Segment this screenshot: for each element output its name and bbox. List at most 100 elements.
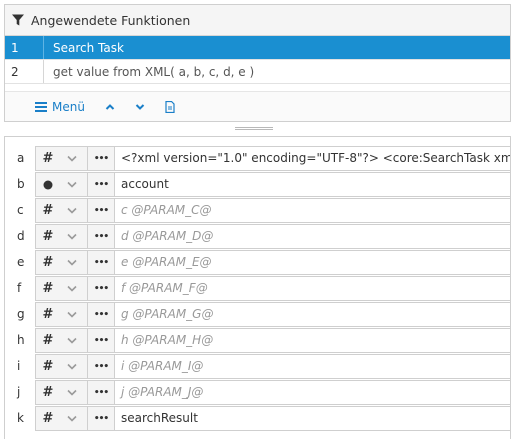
parameter-type-select[interactable]: # xyxy=(35,276,88,301)
hamburger-icon xyxy=(35,101,47,112)
more-options-button[interactable]: ••• xyxy=(88,328,115,353)
function-row-text: get value from XML( a, b, c, d, e ) xyxy=(53,64,255,79)
more-options-button[interactable]: ••• xyxy=(88,250,115,275)
dot-icon xyxy=(36,180,60,190)
chevron-down-icon xyxy=(135,103,145,110)
more-options-button[interactable]: ••• xyxy=(88,146,115,171)
chevron-down-icon xyxy=(60,285,84,292)
functions-toolbar: Menü xyxy=(5,91,510,121)
panel-splitter[interactable] xyxy=(235,127,273,130)
parameter-type-select[interactable]: # xyxy=(35,328,88,353)
document-button[interactable] xyxy=(165,100,175,113)
parameter-value-input[interactable]: f @PARAM_F@ xyxy=(115,276,511,301)
parameter-type-select[interactable]: # xyxy=(35,380,88,405)
chevron-down-icon xyxy=(60,337,84,344)
hash-icon: # xyxy=(42,281,54,296)
parameter-row: e # ••• e @PARAM_E@ xyxy=(5,250,511,275)
chevron-down-icon xyxy=(60,311,84,318)
function-row-number: 2 xyxy=(5,60,44,83)
parameter-row: b ••• account xyxy=(5,172,511,197)
hash-icon: # xyxy=(42,229,54,244)
hash-icon: # xyxy=(42,203,54,218)
parameter-value-input[interactable]: c @PARAM_C@ xyxy=(115,198,511,223)
parameter-type-select[interactable]: # xyxy=(35,354,88,379)
chevron-down-icon xyxy=(60,389,84,396)
parameter-value-input[interactable]: i @PARAM_I@ xyxy=(115,354,511,379)
chevron-down-icon xyxy=(60,181,84,188)
move-down-button[interactable] xyxy=(135,103,145,111)
parameter-type-select[interactable]: # xyxy=(35,250,88,275)
parameter-label: d xyxy=(17,229,25,243)
parameter-value-input[interactable]: e @PARAM_E@ xyxy=(115,250,511,275)
parameter-label: b xyxy=(17,177,25,191)
menu-button[interactable]: Menü xyxy=(35,100,85,114)
parameter-row: k # ••• searchResult xyxy=(5,406,511,431)
chevron-down-icon xyxy=(60,207,84,214)
parameter-value-input[interactable]: j @PARAM_J@ xyxy=(115,380,511,405)
parameter-type-select[interactable] xyxy=(35,172,88,197)
function-row-number: 1 xyxy=(5,36,44,59)
parameter-label: h xyxy=(17,333,25,347)
chevron-up-icon xyxy=(105,103,115,110)
parameter-row: f # ••• f @PARAM_F@ xyxy=(5,276,511,301)
more-options-button[interactable]: ••• xyxy=(88,276,115,301)
more-options-button[interactable]: ••• xyxy=(88,354,115,379)
parameter-value-input[interactable]: account xyxy=(115,172,511,197)
applied-functions-panel: Angewendete Funktionen 1 Search Task 2 g… xyxy=(4,4,511,122)
more-options-button[interactable]: ••• xyxy=(88,406,115,431)
parameter-value-input[interactable]: g @PARAM_G@ xyxy=(115,302,511,327)
filter-icon xyxy=(11,13,25,27)
hash-icon: # xyxy=(42,359,54,374)
hash-icon: # xyxy=(42,385,54,400)
parameter-type-select[interactable]: # xyxy=(35,406,88,431)
parameter-row: h # ••• h @PARAM_H@ xyxy=(5,328,511,353)
hash-icon: # xyxy=(42,151,54,166)
move-up-button[interactable] xyxy=(105,103,115,111)
function-row-text: Search Task xyxy=(53,40,124,55)
ellipsis-icon: ••• xyxy=(93,231,109,242)
parameter-type-select[interactable]: # xyxy=(35,146,88,171)
parameter-row: i # ••• i @PARAM_I@ xyxy=(5,354,511,379)
parameters-panel: a # ••• <?xml version="1.0" encoding="UT… xyxy=(4,136,511,439)
parameter-type-select[interactable]: # xyxy=(35,224,88,249)
panel-header: Angewendete Funktionen xyxy=(5,5,510,36)
hash-icon: # xyxy=(42,333,54,348)
ellipsis-icon: ••• xyxy=(93,309,109,320)
more-options-button[interactable]: ••• xyxy=(88,380,115,405)
chevron-down-icon xyxy=(60,155,84,162)
ellipsis-icon: ••• xyxy=(93,205,109,216)
chevron-down-icon xyxy=(60,233,84,240)
parameter-label: j xyxy=(17,385,21,399)
parameter-type-select[interactable]: # xyxy=(35,198,88,223)
ellipsis-icon: ••• xyxy=(93,361,109,372)
parameter-label: i xyxy=(17,359,21,373)
parameter-value-input[interactable]: h @PARAM_H@ xyxy=(115,328,511,353)
parameter-label: g xyxy=(17,307,25,321)
function-row[interactable]: 1 Search Task xyxy=(5,36,510,60)
ellipsis-icon: ••• xyxy=(93,335,109,346)
parameter-row: a # ••• <?xml version="1.0" encoding="UT… xyxy=(5,146,511,171)
parameter-label: c xyxy=(17,203,24,217)
parameter-label: k xyxy=(17,411,24,425)
more-options-button[interactable]: ••• xyxy=(88,224,115,249)
document-icon xyxy=(165,100,175,113)
menu-label: Menü xyxy=(52,99,85,114)
parameter-value-input[interactable]: searchResult xyxy=(115,406,511,431)
ellipsis-icon: ••• xyxy=(93,257,109,268)
ellipsis-icon: ••• xyxy=(93,153,109,164)
parameter-value-input[interactable]: <?xml version="1.0" encoding="UTF-8"?> <… xyxy=(115,146,511,171)
hash-icon: # xyxy=(42,255,54,270)
more-options-button[interactable]: ••• xyxy=(88,172,115,197)
parameter-label: a xyxy=(17,151,25,165)
ellipsis-icon: ••• xyxy=(93,283,109,294)
ellipsis-icon: ••• xyxy=(93,179,109,190)
more-options-button[interactable]: ••• xyxy=(88,302,115,327)
ellipsis-icon: ••• xyxy=(93,387,109,398)
parameter-row: g # ••• g @PARAM_G@ xyxy=(5,302,511,327)
parameter-row: c # ••• c @PARAM_C@ xyxy=(5,198,511,223)
function-row[interactable]: 2 get value from XML( a, b, c, d, e ) xyxy=(5,60,510,84)
parameter-value-input[interactable]: d @PARAM_D@ xyxy=(115,224,511,249)
parameter-label: f xyxy=(17,281,22,295)
more-options-button[interactable]: ••• xyxy=(88,198,115,223)
parameter-type-select[interactable]: # xyxy=(35,302,88,327)
